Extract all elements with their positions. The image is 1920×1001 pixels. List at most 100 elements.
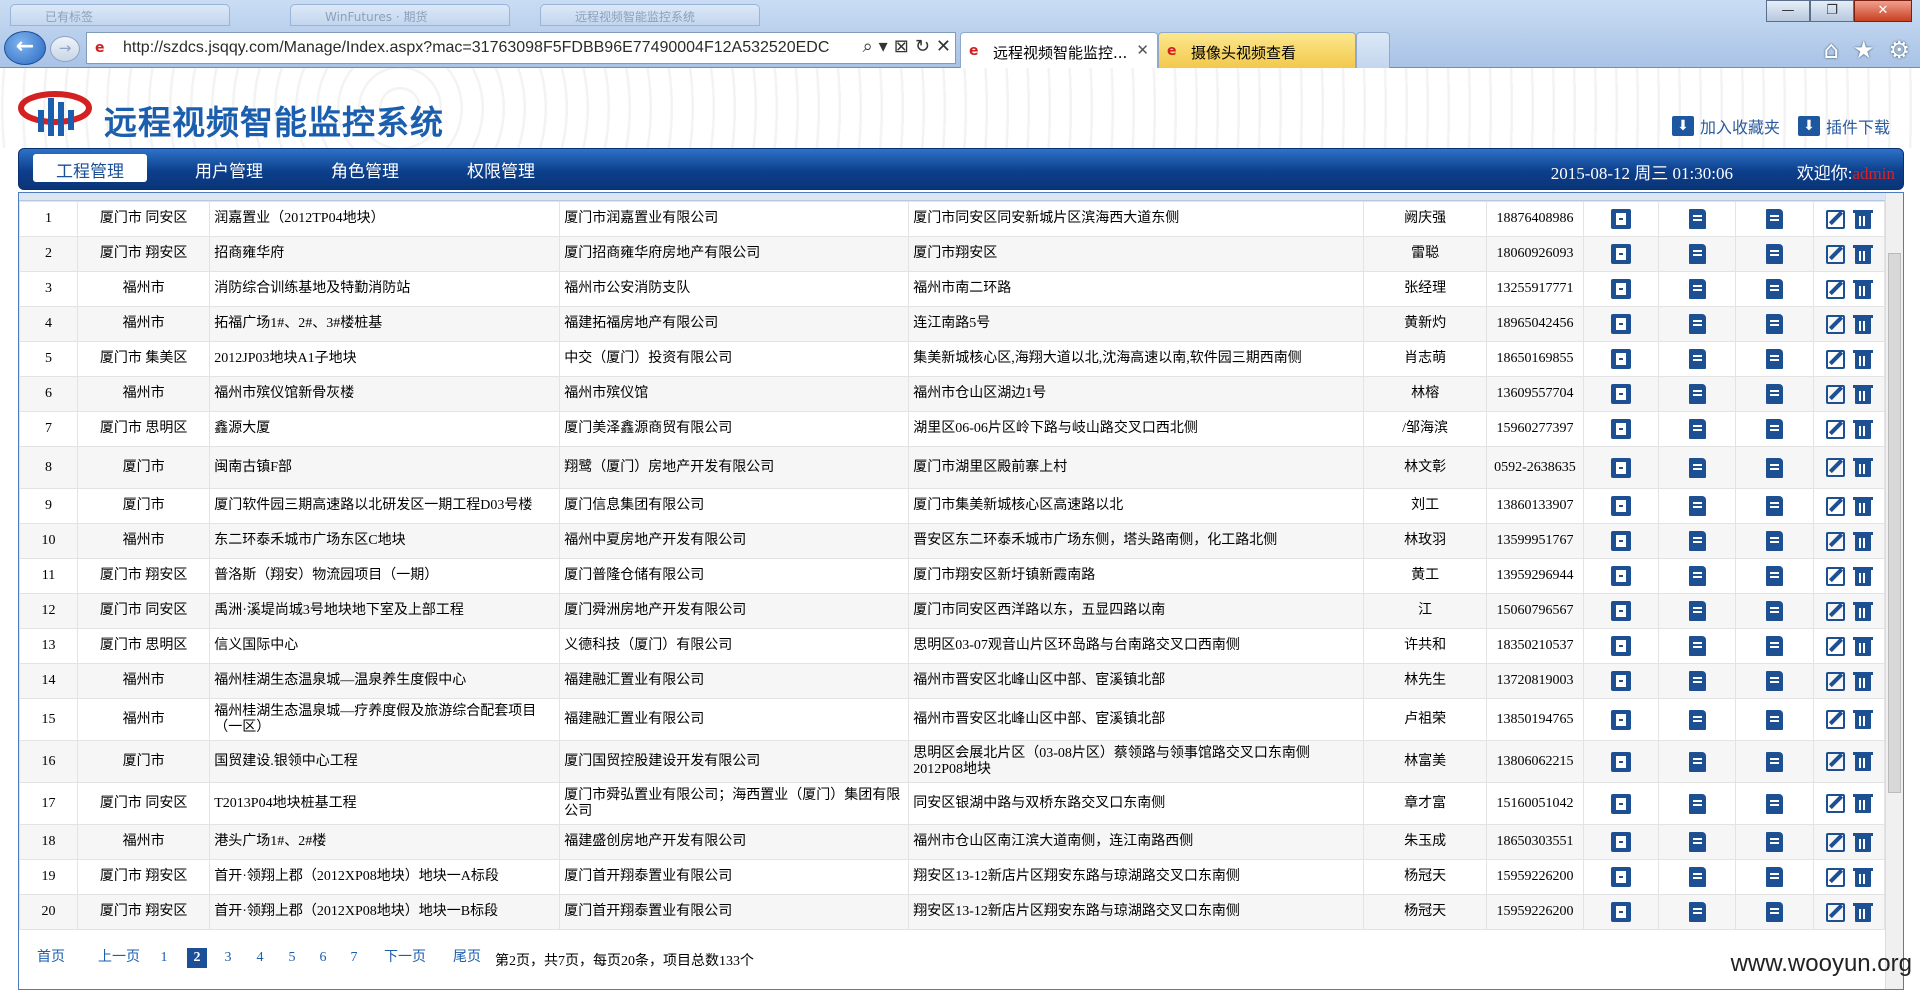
edit-icon[interactable]: [1826, 566, 1846, 586]
delete-trash-icon[interactable]: [1853, 496, 1874, 516]
edit-icon[interactable]: [1826, 314, 1846, 334]
doc-icon[interactable]: [1688, 832, 1706, 852]
doc-icon[interactable]: [1766, 209, 1784, 229]
add-favorite-label[interactable]: 加入收藏夹: [1700, 114, 1780, 138]
video-film-icon[interactable]: [1610, 566, 1631, 586]
edit-icon[interactable]: [1826, 636, 1846, 656]
address-bar[interactable]: e http://szdcs.jsqqy.com/Manage/Index.as…: [86, 32, 956, 64]
plugin-download-label[interactable]: 插件下载: [1826, 114, 1890, 138]
delete-trash-icon[interactable]: [1853, 314, 1874, 334]
menu-project-management[interactable]: 工程管理: [33, 154, 147, 182]
tab-camera-view[interactable]: e 摄像头视频查看: [1158, 32, 1356, 68]
doc-icon[interactable]: [1688, 793, 1706, 814]
favorites-star-icon[interactable]: ★: [1853, 36, 1875, 64]
page-link[interactable]: 5: [283, 948, 301, 968]
edit-icon[interactable]: [1826, 752, 1846, 771]
doc-icon[interactable]: [1688, 496, 1706, 516]
edit-icon[interactable]: [1826, 349, 1846, 369]
edit-icon[interactable]: [1826, 531, 1846, 551]
compat-view-icon[interactable]: ⊠: [894, 36, 909, 57]
video-film-icon[interactable]: [1610, 671, 1631, 691]
doc-icon[interactable]: [1766, 751, 1784, 772]
doc-icon[interactable]: [1688, 384, 1706, 404]
new-tab-button[interactable]: [1356, 32, 1390, 68]
delete-trash-icon[interactable]: [1853, 832, 1874, 852]
doc-icon[interactable]: [1688, 867, 1706, 887]
doc-icon[interactable]: [1766, 636, 1784, 656]
edit-icon[interactable]: [1826, 419, 1846, 439]
delete-trash-icon[interactable]: [1853, 209, 1874, 229]
video-film-icon[interactable]: [1610, 709, 1631, 730]
video-film-icon[interactable]: [1610, 751, 1631, 772]
doc-icon[interactable]: [1766, 244, 1784, 264]
settings-gear-icon[interactable]: ⚙: [1888, 36, 1910, 64]
delete-trash-icon[interactable]: [1853, 279, 1874, 299]
video-film-icon[interactable]: [1610, 601, 1631, 621]
home-icon[interactable]: ⌂: [1824, 36, 1839, 64]
doc-icon[interactable]: [1766, 902, 1784, 922]
doc-icon[interactable]: [1766, 867, 1784, 887]
page-link[interactable]: 7: [345, 948, 363, 968]
video-film-icon[interactable]: [1610, 496, 1631, 516]
page-link[interactable]: 6: [314, 948, 332, 968]
username[interactable]: admin: [1853, 164, 1896, 183]
page-link-current[interactable]: 2: [187, 948, 207, 968]
delete-trash-icon[interactable]: [1853, 244, 1874, 264]
next-page-link[interactable]: 下一页: [375, 948, 435, 968]
plugin-download-link[interactable]: ⬇ 插件下载: [1797, 114, 1890, 138]
delete-trash-icon[interactable]: [1853, 794, 1874, 813]
edit-icon[interactable]: [1826, 384, 1846, 404]
video-film-icon[interactable]: [1610, 384, 1631, 404]
video-film-icon[interactable]: [1610, 349, 1631, 369]
delete-trash-icon[interactable]: [1853, 752, 1874, 771]
doc-icon[interactable]: [1766, 419, 1784, 439]
page-link[interactable]: 3: [219, 948, 237, 968]
video-film-icon[interactable]: [1610, 244, 1631, 264]
page-link[interactable]: 1: [155, 948, 173, 968]
video-film-icon[interactable]: [1610, 832, 1631, 852]
edit-icon[interactable]: [1826, 209, 1846, 229]
old-tab[interactable]: 远程视频智能监控系统: [540, 4, 760, 26]
refresh-icon[interactable]: ↻: [915, 36, 930, 57]
vertical-scrollbar[interactable]: [1885, 193, 1903, 989]
close-tab-icon[interactable]: ✕: [1136, 41, 1149, 59]
video-film-icon[interactable]: [1610, 314, 1631, 334]
edit-icon[interactable]: [1826, 710, 1846, 729]
doc-icon[interactable]: [1688, 314, 1706, 334]
first-page-link[interactable]: 首页: [31, 948, 71, 968]
forward-button[interactable]: →: [50, 36, 80, 62]
doc-icon[interactable]: [1766, 709, 1784, 730]
address-url[interactable]: http://szdcs.jsqqy.com/Manage/Index.aspx…: [123, 39, 829, 57]
old-tab[interactable]: WinFutures · 期货: [290, 4, 510, 26]
edit-icon[interactable]: [1826, 279, 1846, 299]
delete-trash-icon[interactable]: [1853, 419, 1874, 439]
delete-trash-icon[interactable]: [1853, 349, 1874, 369]
doc-icon[interactable]: [1688, 751, 1706, 772]
delete-trash-icon[interactable]: [1853, 636, 1874, 656]
page-link[interactable]: 4: [251, 948, 269, 968]
doc-icon[interactable]: [1688, 709, 1706, 730]
edit-icon[interactable]: [1826, 601, 1846, 621]
edit-icon[interactable]: [1826, 902, 1846, 922]
delete-trash-icon[interactable]: [1853, 671, 1874, 691]
menu-user-management[interactable]: 用户管理: [179, 154, 279, 182]
video-film-icon[interactable]: [1610, 531, 1631, 551]
video-film-icon[interactable]: [1610, 279, 1631, 299]
delete-trash-icon[interactable]: [1853, 710, 1874, 729]
restore-button[interactable]: ❐: [1810, 0, 1854, 22]
tab-monitor-system[interactable]: e 远程视频智能监控... ✕: [960, 32, 1158, 68]
video-film-icon[interactable]: [1610, 793, 1631, 814]
delete-trash-icon[interactable]: [1853, 531, 1874, 551]
video-film-icon[interactable]: [1610, 419, 1631, 439]
video-film-icon[interactable]: [1610, 867, 1631, 887]
edit-icon[interactable]: [1826, 496, 1846, 516]
back-button[interactable]: ←: [4, 31, 46, 65]
doc-icon[interactable]: [1766, 384, 1784, 404]
doc-icon[interactable]: [1688, 531, 1706, 551]
doc-icon[interactable]: [1766, 601, 1784, 621]
doc-icon[interactable]: [1688, 244, 1706, 264]
edit-icon[interactable]: [1826, 867, 1846, 887]
video-film-icon[interactable]: [1610, 457, 1631, 478]
doc-icon[interactable]: [1688, 457, 1706, 478]
doc-icon[interactable]: [1766, 457, 1784, 478]
